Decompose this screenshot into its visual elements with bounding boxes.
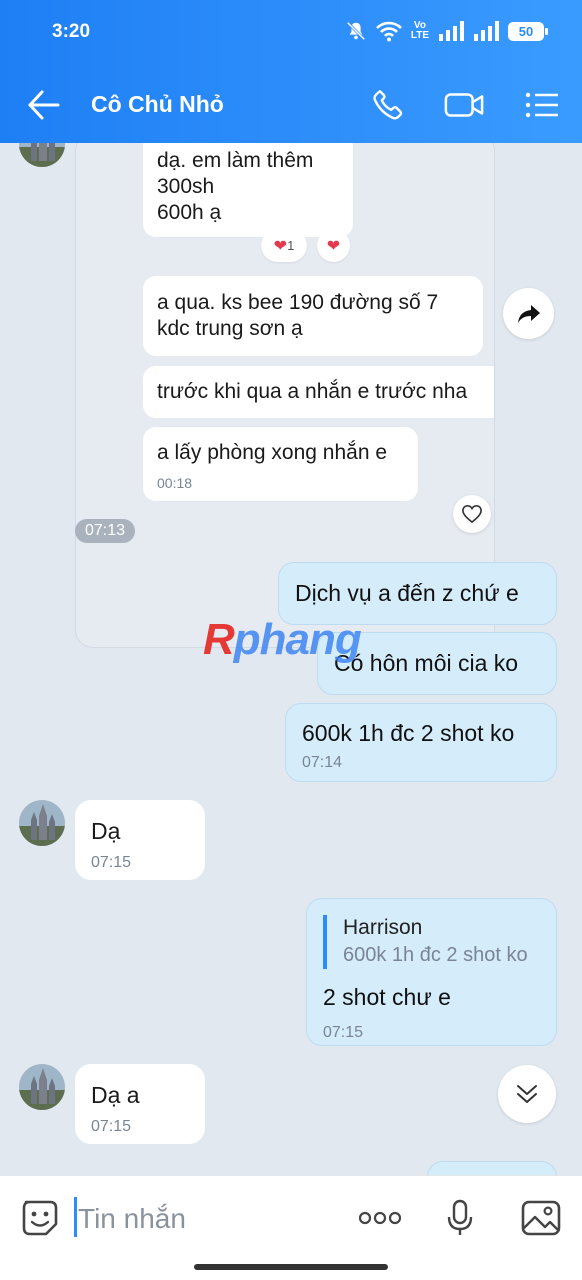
voice-call-button[interactable] [368,86,408,124]
nav-bar: Cô Chủ Nhỏ [0,72,582,138]
message-time: 07:14 [302,754,343,771]
time-divider: 07:13 [75,519,136,543]
app-header: 3:20 Vo LTE 50 Cô Chủ Nhỏ [0,0,582,143]
phone-icon [373,90,403,120]
more-dots-icon [358,1211,402,1225]
incoming-message[interactable]: Dạ 07:15 [75,800,205,880]
message-line: dạ. em làm thêm [157,149,314,172]
heart-icon: ❤ [273,237,288,255]
list-menu-icon [525,92,558,118]
castle-avatar-image [19,800,65,846]
message-input-bar [0,1175,582,1280]
chat-title[interactable]: Cô Chủ Nhỏ [91,91,224,118]
forwarded-message-2: a qua. ks bee 190 đường số 7 kdc trung s… [143,276,483,356]
message-text: Dạ a [91,1082,140,1108]
status-icons: Vo LTE 50 [345,20,548,42]
watermark-first-letter: R [203,615,235,664]
forwarded-message-4: a lấy phòng xong nhắn e 00:18 [143,427,418,501]
volte-bottom-label: LTE [410,30,429,41]
reaction-count: 1 [287,238,295,253]
sticker-button[interactable] [18,1196,62,1240]
message-text: Có hôn môi cia ko [334,650,519,676]
like-button[interactable] [453,495,491,533]
heart-reaction-count: ❤ 1 [261,229,307,262]
back-button[interactable] [26,88,62,122]
message-time: 07:15 [91,1118,132,1135]
message-line: a qua. ks bee 190 đường số 7 [157,291,439,314]
back-arrow-icon [28,90,60,120]
message-time: 07:15 [91,854,132,871]
signal-icon [439,21,464,41]
microphone-icon [447,1199,473,1235]
outgoing-message[interactable]: 600k 1h đc 2 shot ko 07:14 [285,703,557,782]
video-camera-icon [444,93,484,117]
share-arrow-icon [517,304,540,323]
battery-icon: 50 [508,21,548,41]
castle-avatar-image [19,143,65,167]
message-text: Dạ [91,818,121,844]
signal-icon-2 [474,21,499,41]
message-text: a lấy phòng xong nhắn e [157,441,388,464]
status-bar: 3:20 Vo LTE 50 [0,0,582,66]
watermark-rest: phang [233,615,362,664]
text-caret [74,1197,77,1237]
wifi-icon [375,21,402,42]
message-text: 2 shot chư e [323,984,451,1010]
avatar[interactable] [19,800,65,846]
more-options-button[interactable] [358,1196,402,1240]
voice-record-button[interactable] [438,1196,482,1240]
sticker-smile-icon [22,1200,58,1236]
message-time: 07:15 [323,1024,364,1041]
home-indicator[interactable] [194,1264,388,1270]
message-line: kdc trung sơn ạ [157,317,303,340]
watermark-logo: Rphang [203,615,362,665]
scroll-to-bottom-button[interactable] [498,1065,556,1123]
incoming-message[interactable]: Dạ a 07:15 [75,1064,205,1144]
image-icon [521,1200,561,1236]
status-time: 3:20 [52,21,91,42]
forwarded-message-1: dạ. em làm thêm 300sh 600h ạ [143,143,353,237]
heart-reaction: ❤ [317,229,350,262]
menu-button[interactable] [522,86,562,124]
bell-muted-icon [346,21,366,41]
castle-avatar-image [19,1064,65,1110]
message-input[interactable] [78,1200,328,1238]
message-line: 300sh [157,175,215,198]
message-text: Dịch vụ a đến z chứ e [295,580,519,606]
quoted-message[interactable]: Harrison 600k 1h đc 2 shot ko [323,915,528,969]
chat-area[interactable]: dạ. em làm thêm 300sh 600h ạ ❤ 1 ❤ a qua.… [0,143,582,1175]
forwarded-message-3: trước khi qua a nhắn e trước nha [143,366,494,418]
volte-indicator: Vo LTE [411,21,429,41]
heart-outline-icon [462,504,482,524]
outgoing-message-partial[interactable] [427,1161,557,1175]
heart-icon: ❤ [326,237,341,255]
quote-text: 600k 1h đc 2 shot ko [343,944,528,966]
message-text: 600k 1h đc 2 shot ko [302,720,515,746]
quote-author: Harrison [343,916,423,939]
double-chevron-down-icon [517,1085,537,1103]
avatar[interactable] [19,1064,65,1110]
message-line: 600h ạ [157,201,222,224]
gallery-button[interactable] [519,1196,563,1240]
message-time: 00:18 [157,475,193,491]
share-button[interactable] [503,288,554,339]
video-call-button[interactable] [444,86,484,124]
reply-message[interactable]: Harrison 600k 1h đc 2 shot ko 2 shot chư… [306,898,557,1046]
avatar[interactable] [19,143,65,167]
